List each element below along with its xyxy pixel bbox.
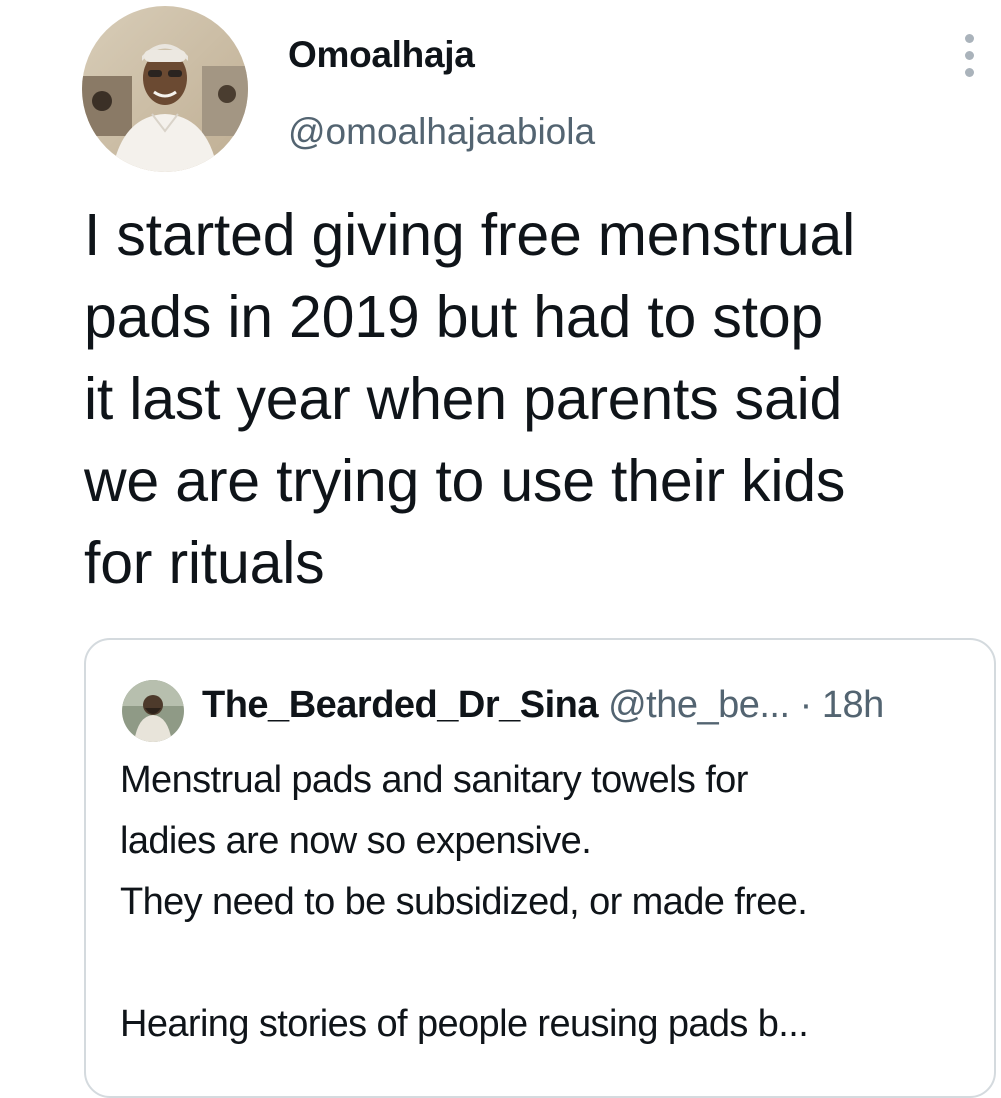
tweet-text: I started giving free menstrual pads in …	[84, 202, 855, 596]
quoted-author-display-name[interactable]: The_Bearded_Dr_Sina	[202, 684, 599, 726]
quoted-author-handle[interactable]: @the_be...	[608, 684, 790, 726]
quoted-author-avatar[interactable]	[122, 680, 184, 742]
quoted-tweet-card[interactable]: The_Bearded_Dr_Sina @the_be... · 18h Men…	[84, 638, 996, 1098]
more-vertical-icon[interactable]	[955, 30, 985, 82]
quoted-tweet-text: Menstrual pads and sanitary towels for l…	[120, 759, 809, 1045]
author-avatar[interactable]	[82, 6, 248, 172]
author-handle[interactable]: @omoalhajaabiola	[288, 111, 595, 153]
avatar-photo	[82, 6, 248, 172]
quoted-tweet-header: The_Bearded_Dr_Sina @the_be... · 18h	[202, 684, 884, 727]
avatar-photo	[122, 680, 184, 742]
quoted-tweet-timestamp[interactable]: 18h	[822, 684, 884, 726]
author-display-name[interactable]: Omoalhaja	[288, 34, 475, 76]
header-separator: ·	[799, 684, 813, 726]
